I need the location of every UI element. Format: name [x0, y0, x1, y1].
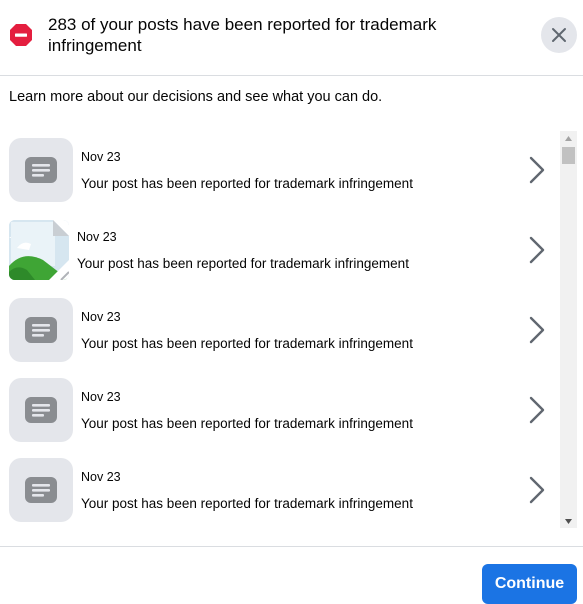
- post-icon: [25, 477, 57, 503]
- list-item[interactable]: Nov 23 Your post has been reported for t…: [0, 449, 560, 529]
- item-date: Nov 23: [81, 150, 121, 164]
- dialog-subtitle: Learn more about our decisions and see w…: [9, 89, 383, 105]
- list-item[interactable]: Nov 23 Your post has been reported for t…: [0, 129, 560, 209]
- chevron-right-icon: [529, 236, 545, 264]
- post-icon: [25, 397, 57, 423]
- item-date: Nov 23: [81, 310, 121, 324]
- list-item[interactable]: Nov 23 Your post has been reported for t…: [0, 369, 560, 449]
- triangle-up-icon: [565, 135, 572, 141]
- scroll-up-arrow[interactable]: [560, 131, 577, 145]
- item-date: Nov 23: [77, 230, 117, 244]
- post-icon: [25, 317, 57, 343]
- reported-posts-list: Nov 23 Your post has been reported for t…: [0, 129, 560, 529]
- chevron-right-icon: [529, 156, 545, 184]
- item-description: Your post has been reported for trademar…: [81, 416, 413, 431]
- dialog-title: 283 of your posts have been reported for…: [48, 15, 437, 55]
- post-thumbnail: [9, 138, 73, 202]
- item-description: Your post has been reported for trademar…: [81, 176, 413, 191]
- stop-sign-icon: [10, 24, 32, 46]
- triangle-down-icon: [565, 518, 572, 524]
- item-date: Nov 23: [81, 390, 121, 404]
- chevron-right-icon: [529, 316, 545, 344]
- list-item[interactable]: Nov 23 Your post has been reported for t…: [0, 209, 560, 289]
- item-description: Your post has been reported for trademar…: [77, 256, 409, 271]
- item-description: Your post has been reported for trademar…: [81, 496, 413, 511]
- chevron-right-icon: [529, 396, 545, 424]
- list-scrollbar[interactable]: [560, 131, 577, 528]
- scroll-thumb[interactable]: [562, 147, 575, 164]
- list-item[interactable]: Nov 23 Your post has been reported for t…: [0, 289, 560, 369]
- image-thumbnail: [9, 220, 69, 280]
- item-description: Your post has been reported for trademar…: [81, 336, 413, 351]
- continue-button[interactable]: Continue: [482, 564, 577, 604]
- close-icon: [552, 28, 566, 42]
- image-thumbnail-icon: [9, 220, 69, 280]
- item-date: Nov 23: [81, 470, 121, 484]
- post-icon: [25, 157, 57, 183]
- post-thumbnail: [9, 298, 73, 362]
- scroll-down-arrow[interactable]: [560, 514, 577, 528]
- dialog-footer: Continue: [0, 546, 583, 604]
- post-thumbnail: [9, 378, 73, 442]
- dialog-header: 283 of your posts have been reported for…: [0, 0, 583, 76]
- chevron-right-icon: [529, 476, 545, 504]
- close-button[interactable]: [541, 17, 577, 53]
- post-thumbnail: [9, 458, 73, 522]
